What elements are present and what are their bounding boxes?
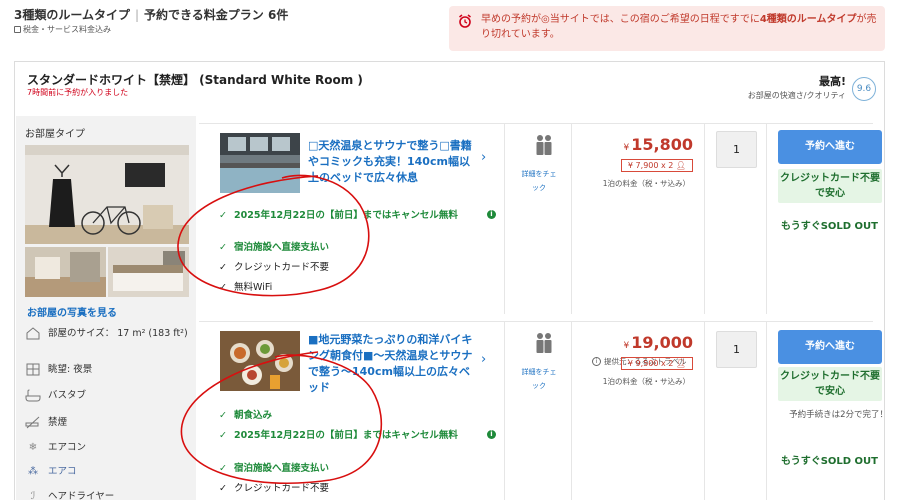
- receipt-icon: [14, 26, 21, 33]
- condition-no-credit-card: ✓ クレジットカード不要: [219, 483, 330, 494]
- person-icon: 👤︎: [675, 359, 687, 368]
- amenity-aircon: ❄ エアコン: [25, 441, 190, 454]
- plan-price: ¥19,000: [623, 333, 693, 352]
- price-per-person: ¥ 7,900 x 2 👤︎: [621, 159, 693, 172]
- chevron-right-icon[interactable]: ›: [481, 150, 486, 165]
- bathtub-icon: [25, 389, 41, 402]
- sold-out-soon-label: もうすぐSOLD OUT: [781, 221, 878, 232]
- info-icon[interactable]: i: [487, 430, 496, 439]
- room-quantity-select[interactable]: 1: [716, 331, 757, 368]
- amenity-bathtub: バスタブ: [25, 389, 190, 402]
- plan-photo-breakfast[interactable]: [220, 331, 300, 391]
- two-guests-icon[interactable]: [529, 132, 559, 166]
- rate-plan-card: ■地元野菜たっぷりの和洋バイキング朝食付■～天然温泉とサウナで整う～140cm幅…: [199, 321, 888, 500]
- rate-plan-card: □天然温泉とサウナで整う□書籍やコミックも充実！140cm幅以上のベッドで広々休…: [199, 123, 882, 366]
- aircon-icon: ⁂: [28, 466, 38, 477]
- condition-no-credit-card: ✓ クレジットカード不要: [219, 262, 330, 273]
- view-room-photos-link[interactable]: お部屋の写真を見る: [27, 304, 117, 319]
- book-button[interactable]: 予約へ進む: [778, 130, 882, 164]
- room-type-heading: お部屋タイプ: [25, 129, 85, 140]
- amenity-aircon-2: ⁂ エアコ: [25, 465, 190, 478]
- room-card: スタンダードホワイト【禁煙】 (Standard White Room ) 7時…: [14, 61, 888, 500]
- condition-free-cancel: ✓ 2025年12月22日の【前日】まではキャンセル無料: [219, 430, 458, 441]
- recent-booking-note: 7時間前に予約が入りました: [27, 88, 129, 97]
- booking-time-note: 予約手続きは2分で完了！: [789, 410, 888, 420]
- plan-name-link[interactable]: ■地元野菜たっぷりの和洋バイキング朝食付■～天然温泉とサウナで整う～140cm幅…: [308, 332, 473, 396]
- person-icon: 👤︎: [675, 161, 687, 170]
- room-photo-main[interactable]: [25, 145, 189, 244]
- no-credit-card-badge: クレジットカード不要で安心: [778, 169, 882, 203]
- plan-name-link[interactable]: □天然温泉とサウナで整う□書籍やコミックも充実！140cm幅以上のベッドで広々休…: [308, 138, 473, 186]
- alarm-clock-icon: [459, 14, 471, 28]
- room-photo-thumb-1[interactable]: [25, 247, 106, 297]
- check-details-link[interactable]: 詳細をチェック: [519, 167, 559, 195]
- sold-out-soon-label: もうすぐSOLD OUT: [781, 456, 878, 467]
- amenity-hairdryer: ℐ ヘアドライヤー: [25, 490, 190, 500]
- room-photo-thumb-2[interactable]: [108, 247, 189, 297]
- condition-breakfast-included: ✓ 朝食込み: [219, 410, 273, 421]
- condition-free-wifi: ✓ 無料WiFi: [219, 282, 273, 293]
- price-per-person: ¥ 9,500 x 2 👤︎: [621, 357, 693, 370]
- amenity-view: 眺望: 夜景: [25, 363, 190, 376]
- amenity-room-size: 部屋のサイズ： 17 m² (183 ft²): [25, 327, 190, 340]
- info-icon[interactable]: i: [487, 210, 496, 219]
- no-credit-card-badge: クレジットカード不要で安心: [778, 367, 882, 401]
- check-details-link[interactable]: 詳細をチェック: [519, 365, 559, 393]
- tax-note: 税金・サービス料金込み: [14, 24, 111, 35]
- price-note: 1泊の料金（税・サ込み）: [602, 179, 690, 188]
- room-size-icon: [26, 327, 40, 340]
- amenity-no-smoking: 禁煙: [25, 416, 190, 429]
- price-note: 1泊の料金（税・サ込み）: [602, 377, 690, 386]
- rating-subtitle: お部屋の快適さ/クオリティ: [747, 91, 846, 100]
- room-title: スタンダードホワイト【禁煙】 (Standard White Room ): [27, 73, 363, 87]
- alert-text: 早めの予約が◎当サイトでは、この宿のご希望の日程ですでに4種類のルームタイプが売…: [481, 14, 877, 40]
- condition-pay-at-property: ✓ 宿泊施設へ直接支払い: [219, 463, 330, 474]
- room-type-count: 3種類のルームタイプ: [14, 8, 130, 22]
- view-icon: [26, 363, 40, 376]
- two-guests-icon[interactable]: [529, 330, 559, 364]
- book-button[interactable]: 予約へ進む: [778, 330, 882, 364]
- condition-free-cancel: ✓ 2025年12月22日の【前日】まではキャンセル無料: [219, 210, 458, 221]
- rating-label: 最高!: [818, 75, 846, 88]
- chevron-right-icon[interactable]: ›: [481, 352, 486, 367]
- condition-pay-at-property: ✓ 宿泊施設へ直接支払い: [219, 242, 330, 253]
- plan-count: 予約できる料金プラン 6件: [144, 8, 289, 22]
- plan-price: ¥15,800: [623, 135, 693, 154]
- snowflake-icon: ❄: [28, 442, 38, 453]
- room-quantity-select[interactable]: 1: [716, 131, 757, 168]
- page-title: 3種類のルームタイプ | 予約できる料金プラン 6件: [14, 8, 289, 22]
- no-smoking-icon: [25, 416, 40, 429]
- soldout-alert: 早めの予約が◎当サイトでは、この宿のご希望の日程ですでに4種類のルームタイプが売…: [449, 6, 885, 51]
- plan-photo-onsen[interactable]: [220, 133, 300, 193]
- hairdryer-icon: ℐ: [30, 491, 36, 500]
- rating-score-badge: 9.6: [852, 77, 876, 101]
